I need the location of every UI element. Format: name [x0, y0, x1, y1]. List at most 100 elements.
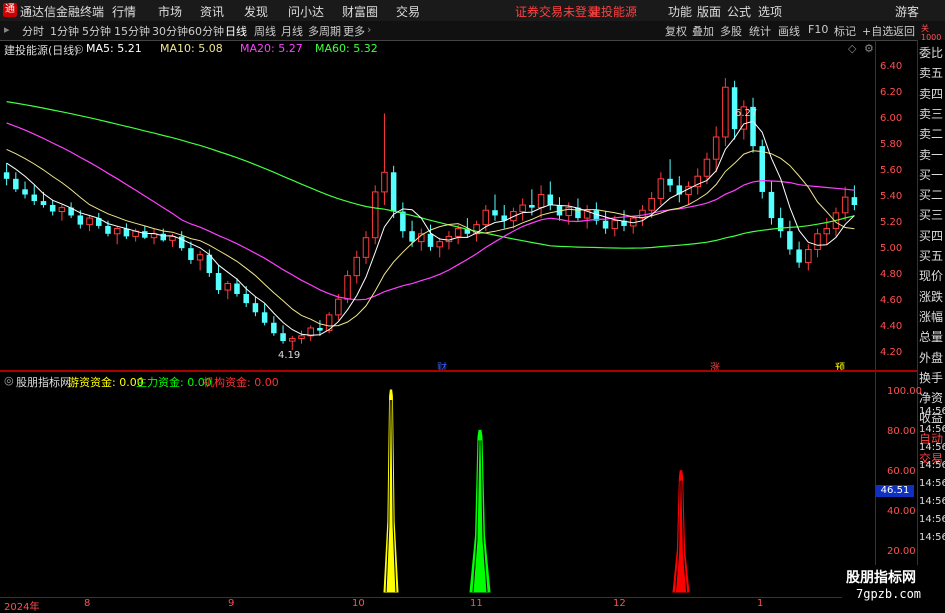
menu-shichang[interactable]: 市场	[158, 3, 182, 20]
side-item[interactable]: 卖四	[919, 85, 943, 102]
side-item[interactable]: 总量	[919, 328, 943, 345]
period-toolbar: ▸ 分时 1分钟 5分钟 15分钟 30分钟 60分钟 日线 周线 月线 多周期…	[0, 21, 945, 41]
btn-biaoji[interactable]: 标记	[834, 23, 856, 39]
candle-body	[22, 189, 28, 195]
menu-gongneng[interactable]: 功能	[668, 3, 692, 20]
candle-body	[49, 205, 56, 212]
menu-zixun[interactable]: 资讯	[200, 3, 224, 20]
guest-label[interactable]: 游客	[895, 3, 919, 20]
collapse-icon[interactable]: ▸	[4, 23, 10, 36]
tab-monthly[interactable]: 月线	[281, 23, 303, 39]
menu-jiaoyi[interactable]: 交易	[396, 3, 420, 20]
tab-weekly[interactable]: 周线	[254, 23, 276, 39]
side-item[interactable]: 委比	[919, 44, 943, 61]
candle-body	[851, 197, 858, 205]
menu-hangqing[interactable]: 行情	[112, 3, 136, 20]
tab-daily[interactable]: 日线	[225, 23, 247, 39]
time-label: 10	[352, 598, 365, 609]
side-item[interactable]: 外盘	[919, 349, 943, 366]
tick-time: 14:56	[919, 406, 945, 417]
price-tick: 4.20	[880, 347, 903, 358]
tab-more[interactable]: 更多	[343, 23, 365, 39]
login-notice[interactable]: 证券交易未登录	[515, 3, 599, 20]
candle-body	[611, 220, 619, 230]
candle-body	[31, 194, 38, 202]
tab-15min[interactable]: 15分钟	[114, 23, 150, 39]
tab-30min[interactable]: 30分钟	[152, 23, 188, 39]
candle-body	[381, 171, 388, 193]
indicator-chart[interactable]	[0, 372, 875, 597]
candle-body	[722, 86, 729, 138]
side-item[interactable]: 买四	[919, 227, 943, 244]
menu-banmian[interactable]: 版面	[697, 3, 721, 20]
candle-body	[777, 218, 784, 232]
side-item[interactable]: 买三	[919, 206, 943, 223]
price-tick: 4.60	[880, 295, 903, 306]
side-item[interactable]: 换手	[919, 369, 943, 386]
time-label: 12	[613, 598, 626, 609]
side-item[interactable]: 涨幅	[919, 308, 943, 325]
candlestick-chart[interactable]	[0, 40, 875, 370]
candle-body	[454, 228, 462, 237]
price-tick: 4.80	[880, 269, 903, 280]
price-tick: 6.00	[880, 113, 903, 124]
candle-body	[86, 217, 93, 226]
side-item[interactable]: 涨跌	[919, 288, 943, 305]
tab-60min[interactable]: 60分钟	[188, 23, 224, 39]
candle-body	[759, 146, 766, 192]
tab-5min[interactable]: 5分钟	[82, 23, 111, 39]
candle-body	[335, 298, 342, 316]
menu-wenxiaoda[interactable]: 问小达	[288, 3, 324, 20]
candle-body	[436, 241, 443, 248]
side-item[interactable]: 现价	[919, 267, 943, 284]
app-logo-icon: 通	[3, 3, 17, 17]
candle-body	[492, 210, 498, 216]
candle-body	[188, 248, 194, 260]
low-price-label: 4.19	[278, 350, 301, 361]
btn-fuquan[interactable]: 复权	[665, 23, 687, 39]
tick-time: 14:56	[919, 424, 945, 435]
btn-tongji[interactable]: 统计	[749, 23, 771, 39]
sub-tick: 80.00	[887, 426, 916, 437]
chevron-right-icon[interactable]: ›	[367, 23, 371, 36]
side-item[interactable]: 净资	[919, 389, 943, 406]
menu-xuanxiang[interactable]: 选项	[758, 3, 782, 20]
btn-diejia[interactable]: 叠加	[692, 23, 714, 39]
side-item[interactable]: 卖五	[919, 64, 943, 81]
btn-back[interactable]: 返回	[893, 23, 915, 39]
side-item[interactable]: 卖一	[919, 146, 943, 163]
side-item[interactable]: 买二	[919, 186, 943, 203]
side-item[interactable]: 卖三	[919, 105, 943, 122]
candle-body	[353, 256, 361, 277]
price-tick: 5.40	[880, 191, 903, 202]
menu-faxian[interactable]: 发现	[244, 3, 268, 20]
menu-gongshi[interactable]: 公式	[727, 3, 751, 20]
candle-body	[298, 335, 305, 339]
tab-1min[interactable]: 1分钟	[50, 23, 79, 39]
side-corner: 关 1000	[921, 24, 942, 42]
sub-tick: 40.00	[887, 506, 916, 517]
menu-caifuquan[interactable]: 财富圈	[342, 3, 378, 20]
candle-body	[537, 194, 545, 209]
tab-fenshi[interactable]: 分时	[22, 23, 44, 39]
btn-add-favorite[interactable]: +自选	[862, 23, 893, 39]
ma20-line	[6, 122, 855, 301]
candle-body	[58, 207, 66, 213]
tab-multi[interactable]: 多周期	[308, 23, 341, 39]
candle-body	[252, 303, 259, 313]
zhuli-spike	[469, 429, 491, 593]
btn-duogu[interactable]: 多股	[720, 23, 742, 39]
tick-time: 14:56	[919, 442, 945, 453]
side-item[interactable]: 买一	[919, 166, 943, 183]
candle-body	[224, 283, 232, 291]
side-item[interactable]: 买五	[919, 247, 943, 264]
app-name: 通达信金融终端	[20, 5, 105, 19]
candle-body	[529, 205, 535, 208]
time-label: 8	[84, 598, 91, 609]
side-item[interactable]: 卖二	[919, 125, 943, 142]
watermark-url: 7gpzb.com	[856, 587, 922, 601]
stock-name: 建投能源	[589, 5, 638, 19]
btn-f10[interactable]: F10	[808, 23, 828, 36]
candle-body	[371, 191, 379, 239]
btn-huaxian[interactable]: 画线	[778, 23, 800, 39]
